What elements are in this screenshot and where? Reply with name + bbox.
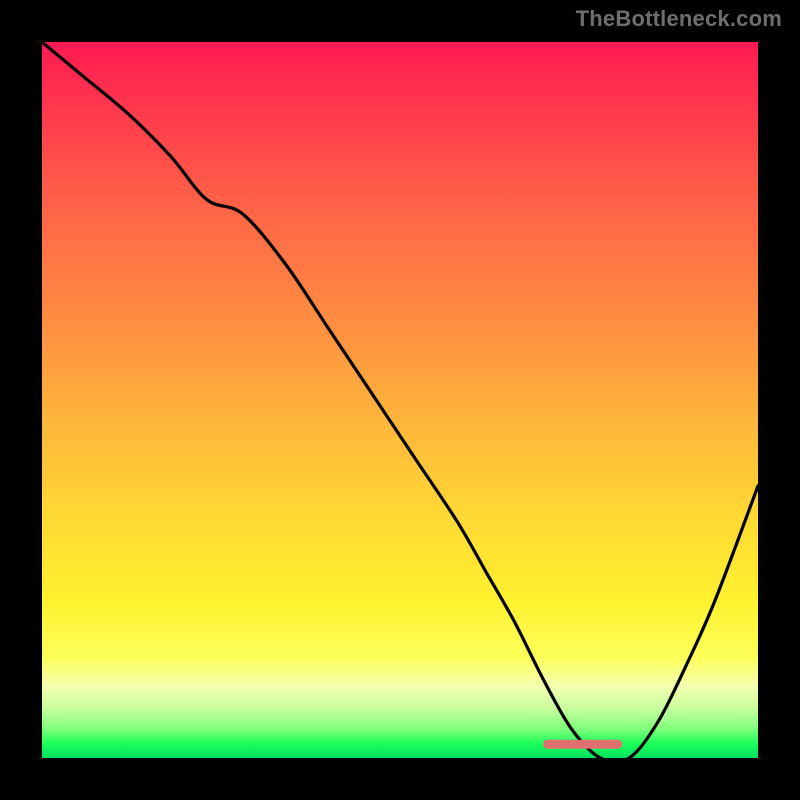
optimal-marker (42, 42, 758, 758)
plot-area (42, 42, 758, 758)
optimal-marker-bar (543, 740, 622, 749)
chart-stage: TheBottleneck.com (0, 0, 800, 800)
watermark-text: TheBottleneck.com (576, 6, 782, 32)
plot-border (34, 34, 766, 766)
